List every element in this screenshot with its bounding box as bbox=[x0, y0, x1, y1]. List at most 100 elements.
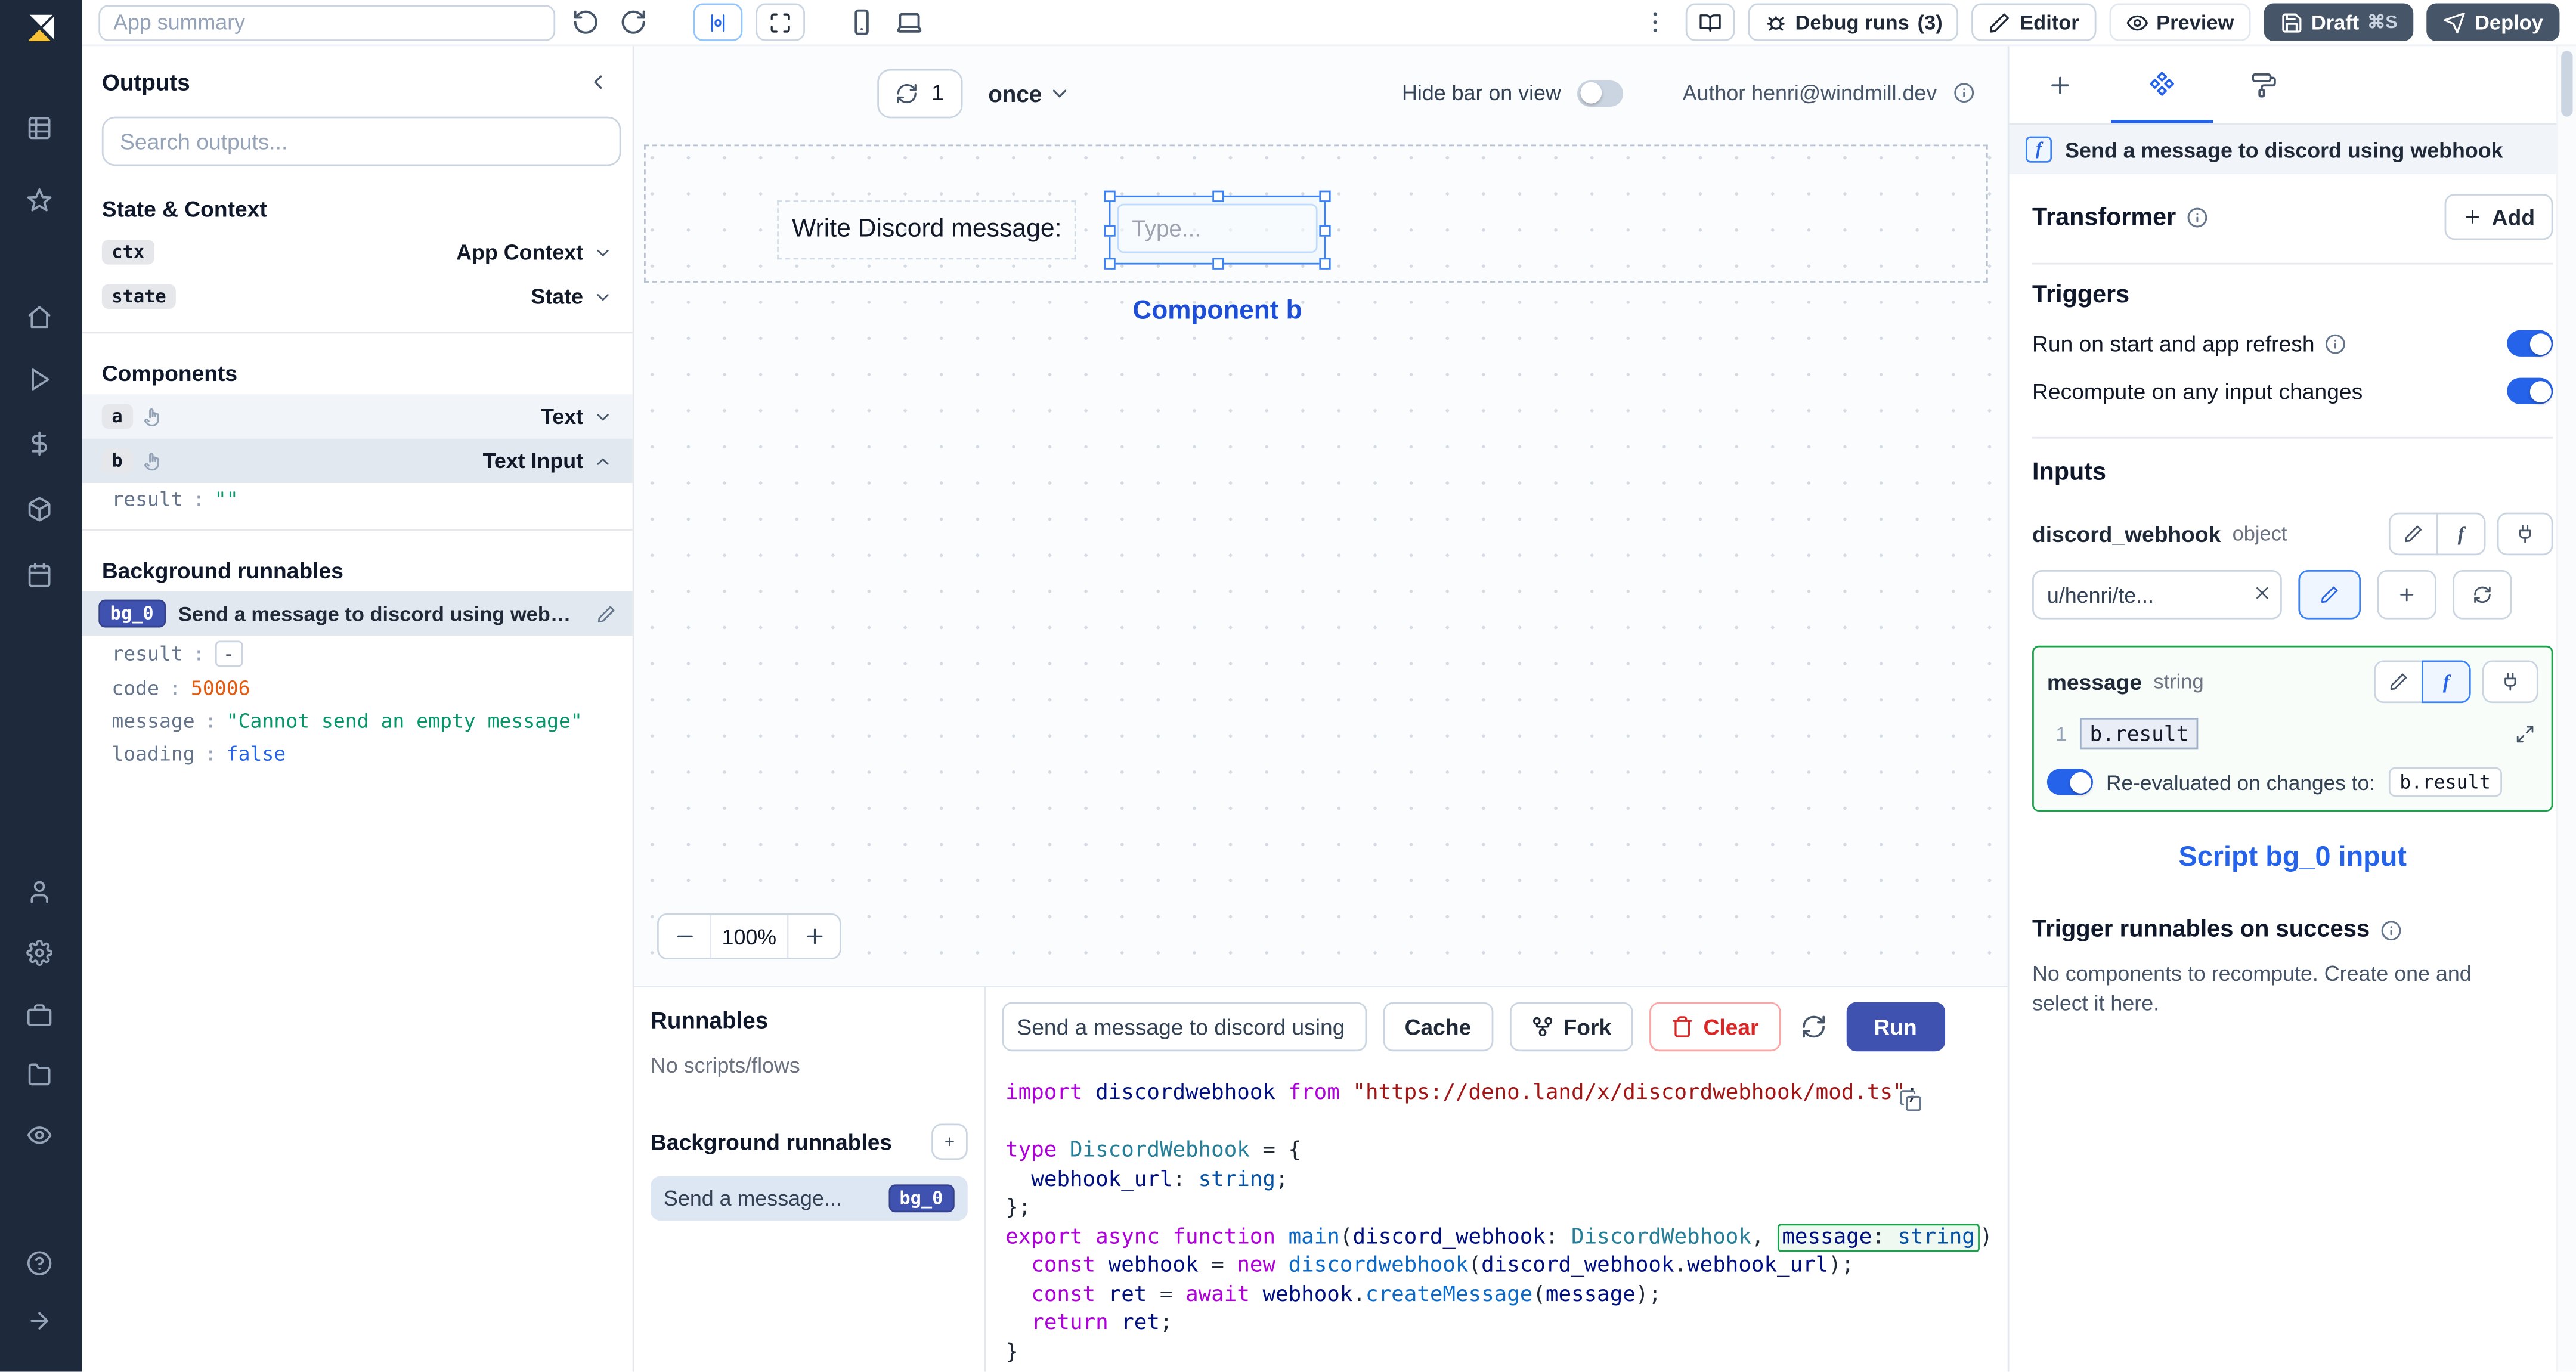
kebab-menu-icon bbox=[1652, 12, 1657, 32]
debug-runs-button[interactable]: Debug runs (3) bbox=[1747, 3, 1959, 41]
zoom-in-button[interactable] bbox=[787, 915, 840, 958]
hand-pointer-icon[interactable] bbox=[143, 450, 164, 472]
grid-row-container[interactable]: Write Discord message: Component b bbox=[644, 144, 1988, 326]
trash-icon bbox=[1672, 1016, 1692, 1037]
redo-button[interactable] bbox=[616, 5, 651, 39]
refresh-script-button[interactable] bbox=[1797, 1010, 1829, 1043]
editor-tab-button[interactable]: Editor bbox=[1972, 3, 2096, 41]
app-canvas[interactable]: Write Discord message: Component b bbox=[634, 140, 2008, 986]
hide-bar-toggle[interactable] bbox=[1577, 79, 1624, 106]
folders-icon[interactable] bbox=[26, 1061, 56, 1091]
selected-text-input-component[interactable] bbox=[1104, 190, 1331, 270]
help-icon[interactable] bbox=[26, 1250, 56, 1280]
search-outputs-input[interactable] bbox=[101, 116, 621, 166]
reevaluate-target-badge[interactable]: b.result bbox=[2388, 767, 2503, 797]
undo-button[interactable] bbox=[568, 5, 603, 39]
resize-handle[interactable] bbox=[1104, 258, 1116, 270]
collapse-panel-button[interactable] bbox=[583, 67, 613, 97]
runs-play-icon[interactable] bbox=[26, 366, 56, 396]
code-editor[interactable]: import discordwebhook from "https://deno… bbox=[986, 1066, 2008, 1372]
panel-scrollbar[interactable] bbox=[2556, 46, 2576, 1372]
audit-eye-icon[interactable] bbox=[26, 1122, 56, 1152]
expression-value[interactable]: b.result bbox=[2079, 717, 2199, 750]
connect-input-button[interactable] bbox=[2482, 660, 2538, 704]
bg0-runnable-item[interactable]: Send a message... bg_0 bbox=[651, 1176, 968, 1221]
resize-handle[interactable] bbox=[1319, 190, 1331, 202]
refresh-resource-button[interactable] bbox=[2453, 570, 2512, 620]
variables-dollar-icon[interactable] bbox=[26, 431, 56, 460]
desktop-view-button[interactable] bbox=[892, 5, 927, 39]
resize-handle[interactable] bbox=[1211, 258, 1224, 270]
deploy-button[interactable]: Deploy bbox=[2427, 3, 2560, 41]
ctx-row[interactable]: ctx App Context bbox=[82, 230, 633, 274]
hand-pointer-icon[interactable] bbox=[143, 406, 164, 428]
script-name-input[interactable] bbox=[1002, 1002, 1367, 1052]
fullscreen-button[interactable] bbox=[756, 3, 805, 41]
home-icon[interactable] bbox=[26, 304, 56, 334]
create-resource-button[interactable] bbox=[2377, 570, 2436, 620]
more-menu-button[interactable] bbox=[1637, 5, 1672, 39]
expression-mode-button[interactable]: f bbox=[2436, 512, 2486, 556]
settings-gear-icon[interactable] bbox=[26, 939, 56, 970]
redo-icon bbox=[621, 10, 645, 34]
cache-button[interactable]: Cache bbox=[1383, 1002, 1493, 1052]
state-row[interactable]: state State bbox=[82, 274, 633, 318]
debug-runs-label: Debug runs bbox=[1795, 10, 1909, 34]
draft-button[interactable]: Draft ⌘S bbox=[2263, 3, 2414, 41]
fork-button[interactable]: Fork bbox=[1509, 1002, 1633, 1052]
edit-bg0-pencil-icon[interactable] bbox=[596, 603, 616, 623]
app-summary-input[interactable] bbox=[98, 4, 556, 41]
copy-code-button[interactable] bbox=[1899, 1089, 1922, 1113]
mobile-view-button[interactable] bbox=[844, 5, 879, 39]
schedule-select[interactable]: once bbox=[988, 80, 1072, 106]
center-align-button[interactable] bbox=[693, 3, 743, 41]
schedules-calendar-icon[interactable] bbox=[26, 562, 56, 591]
add-background-runnable-button[interactable] bbox=[931, 1123, 968, 1160]
static-mode-button[interactable] bbox=[2374, 660, 2423, 704]
preview-tab-button[interactable]: Preview bbox=[2109, 3, 2250, 41]
resize-handle[interactable] bbox=[1319, 258, 1331, 270]
static-mode-button[interactable] bbox=[2388, 512, 2438, 556]
reevaluate-toggle[interactable] bbox=[2046, 769, 2093, 795]
code-line: return ret; bbox=[1031, 1311, 1173, 1336]
resize-handle[interactable] bbox=[1319, 224, 1331, 236]
expand-expression-button[interactable] bbox=[2512, 720, 2538, 747]
apps-grid-icon[interactable] bbox=[26, 115, 56, 145]
tab-insert-component[interactable] bbox=[2009, 46, 2111, 123]
windmill-logo[interactable] bbox=[21, 8, 61, 48]
copy-icon bbox=[1900, 1090, 1921, 1111]
selected-runnable-header: f Send a message to discord using webhoo… bbox=[2009, 125, 2576, 175]
scrollbar-thumb[interactable] bbox=[2561, 51, 2573, 117]
resize-handle[interactable] bbox=[1104, 190, 1116, 202]
resize-handle[interactable] bbox=[1104, 224, 1116, 236]
run-button[interactable]: Run bbox=[1846, 1002, 1945, 1052]
edit-resource-button[interactable] bbox=[2298, 570, 2361, 620]
text-component-a[interactable]: Write Discord message: bbox=[777, 200, 1077, 260]
recompute-toggle[interactable] bbox=[2507, 377, 2553, 404]
add-transformer-button[interactable]: Add bbox=[2444, 194, 2553, 240]
resources-cube-icon[interactable] bbox=[26, 496, 56, 526]
tab-styling[interactable] bbox=[2213, 46, 2315, 123]
connect-input-button[interactable] bbox=[2497, 512, 2553, 556]
user-icon[interactable] bbox=[26, 879, 56, 909]
zoom-value: 100% bbox=[722, 924, 777, 949]
clear-resource-icon[interactable] bbox=[2252, 583, 2272, 603]
refresh-count-button[interactable]: 1 bbox=[877, 68, 962, 117]
expression-mode-button[interactable]: f bbox=[2422, 660, 2471, 704]
docs-button[interactable] bbox=[1685, 3, 1735, 41]
text-input-b[interactable] bbox=[1117, 203, 1318, 253]
component-a-row[interactable]: a Text bbox=[82, 394, 633, 439]
resize-handle[interactable] bbox=[1211, 190, 1224, 202]
zoom-out-button[interactable] bbox=[658, 915, 711, 958]
bg0-row[interactable]: bg_0 Send a message to discord using web… bbox=[82, 591, 633, 636]
fork-icon bbox=[1532, 1017, 1552, 1037]
favorites-star-icon[interactable] bbox=[26, 187, 56, 217]
component-b-row[interactable]: b Text Input bbox=[82, 438, 633, 483]
tab-component-settings[interactable] bbox=[2111, 46, 2213, 123]
workers-briefcase-icon[interactable] bbox=[26, 1002, 56, 1032]
eye-icon bbox=[2126, 14, 2147, 30]
resource-picker-input[interactable] bbox=[2032, 570, 2282, 620]
clear-button[interactable]: Clear bbox=[1649, 1002, 1781, 1052]
expand-sidebar-arrow-icon[interactable] bbox=[26, 1308, 56, 1337]
run-on-start-toggle[interactable] bbox=[2507, 330, 2553, 357]
